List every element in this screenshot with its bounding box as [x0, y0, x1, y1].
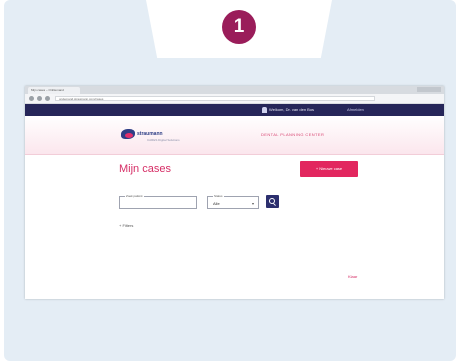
- browser-titlebar: Mijn cases – OnDemand: [25, 86, 444, 94]
- page-title: Mijn cases: [119, 163, 171, 175]
- user-name[interactable]: Welkom, Dr. van den Bos: [269, 104, 314, 116]
- site-header: straumann CARES Digital Solutions DENTAL…: [25, 116, 444, 155]
- status-select-label: Status: [213, 194, 224, 198]
- logout-link[interactable]: Afmelden: [347, 104, 364, 116]
- search-icon-handle: [273, 203, 276, 206]
- window-controls[interactable]: [417, 87, 441, 92]
- forward-icon[interactable]: [37, 96, 42, 101]
- status-select[interactable]: Status Alle ▾: [207, 194, 259, 209]
- search-input-label: Zoek patiënt: [125, 194, 144, 198]
- header-caption: DENTAL PLANNING CENTER: [261, 132, 325, 137]
- reload-icon[interactable]: [45, 96, 50, 101]
- browser-tab[interactable]: Mijn cases – OnDemand: [28, 87, 80, 94]
- search-button[interactable]: [266, 195, 279, 208]
- filters-link[interactable]: + Filters: [119, 223, 133, 228]
- logo-subtitle: CARES Digital Solutions: [147, 138, 180, 142]
- back-icon[interactable]: [29, 96, 34, 101]
- status-select-value: Alle: [213, 201, 220, 206]
- user-icon: [262, 107, 267, 113]
- main-content: Mijn cases + Nieuwe case Zoek patiënt St…: [25, 155, 444, 299]
- instruction-card: 1 Mijn cases – OnDemand ondemand.strauma…: [4, 0, 456, 361]
- new-case-button[interactable]: + Nieuwe case: [300, 161, 358, 177]
- browser-screenshot: Mijn cases – OnDemand ondemand.straumann…: [25, 86, 444, 299]
- logo-text[interactable]: straumann: [137, 131, 163, 137]
- search-input[interactable]: Zoek patiënt: [119, 194, 197, 209]
- browser-address-bar: ondemand.straumann.com/cases: [25, 94, 444, 104]
- chevron-down-icon: ▾: [251, 201, 254, 206]
- logo-accent-icon: [125, 133, 133, 138]
- site-top-nav: Welkom, Dr. van den Bos Afmelden: [25, 104, 444, 116]
- step-number-badge: 1: [222, 10, 256, 44]
- done-link[interactable]: Klaar: [348, 274, 357, 279]
- url-field[interactable]: ondemand.straumann.com/cases: [55, 96, 375, 101]
